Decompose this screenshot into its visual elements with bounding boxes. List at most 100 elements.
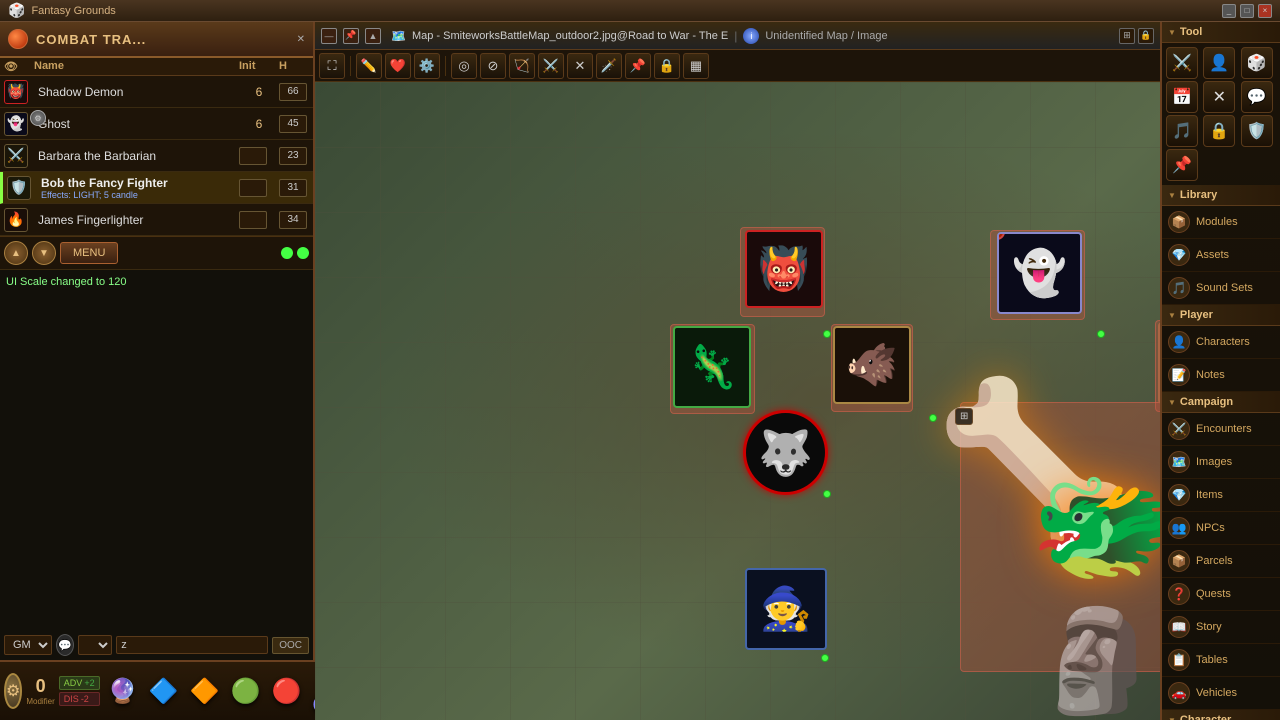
fullscreen-tool[interactable]: ⛶: [319, 53, 345, 79]
modifier-label: Modifier: [26, 697, 54, 706]
dagger-tool[interactable]: 🗡️: [596, 53, 622, 79]
sound-sets-label: Sound Sets: [1196, 282, 1253, 294]
campaign-section-header[interactable]: ▼ Campaign: [1162, 392, 1280, 413]
combat-row-active[interactable]: 🛡️ Bob the Fancy Fighter Effects: LIGHT;…: [0, 172, 313, 204]
combat-menu-button[interactable]: MENU: [60, 242, 118, 264]
parcels-item[interactable]: 📦 Parcels: [1162, 545, 1280, 578]
chat-text-input[interactable]: [116, 636, 268, 654]
story-label: Story: [1196, 621, 1222, 633]
token-active[interactable]: 🐺: [743, 410, 828, 495]
library-triangle: ▼: [1168, 191, 1176, 200]
grid-tool[interactable]: ▦: [683, 53, 709, 79]
lock-tool[interactable]: 🔒: [654, 53, 680, 79]
token-creature-2[interactable]: 🐗: [833, 326, 911, 404]
disadvantage-button[interactable]: DIS -2: [59, 692, 100, 706]
name-bob: Bob the Fancy Fighter Effects: LIGHT; 5 …: [37, 176, 239, 200]
mask-tool[interactable]: ❤️: [385, 53, 411, 79]
map-minimize-button[interactable]: ▲: [365, 28, 381, 44]
init-barbara: [239, 147, 279, 165]
name-ghost: Ghost ⚙: [34, 117, 239, 131]
encounters-icon: ⚔️: [1168, 418, 1190, 440]
sound-sets-item[interactable]: 🎵 Sound Sets: [1162, 272, 1280, 305]
hp-james: 34: [279, 211, 309, 229]
combat-row[interactable]: ⚔️ Barbara the Barbarian 23: [0, 140, 313, 172]
vehicles-item[interactable]: 🚗 Vehicles: [1162, 677, 1280, 710]
map-canvas[interactable]: 🦴 🐲 👹 👻 ⚙ 🦎 🐗 🦅: [315, 82, 1160, 720]
maximize-button[interactable]: □: [1240, 4, 1254, 18]
library-section-header[interactable]: ▼ Library: [1162, 185, 1280, 206]
dice-12[interactable]: 🔷: [145, 667, 183, 715]
pin-tool[interactable]: 📌: [625, 53, 651, 79]
attack-tool[interactable]: ⚔️: [538, 53, 564, 79]
window-controls[interactable]: _ □ ×: [1222, 4, 1272, 18]
token-creature-3[interactable]: 🦅: [1158, 322, 1160, 404]
map-window-controls[interactable]: ⊞ 🔒: [1119, 28, 1154, 44]
token-creature-1[interactable]: 🦎: [673, 326, 751, 408]
config-tool[interactable]: ⚙️: [414, 53, 440, 79]
prev-turn-button[interactable]: ▲: [4, 241, 28, 265]
notes-item[interactable]: 📝 Notes: [1162, 359, 1280, 392]
dice-10[interactable]: 🔶: [186, 667, 224, 715]
tool-grid: ⚔️ 👤 🎲 📅 ✕ 💬 🎵 🔒 🛡️ 📌: [1162, 43, 1280, 185]
settings-button[interactable]: ⚙: [4, 673, 22, 709]
bottom-bar: ⚙ 0 Modifier ADV +2 DIS -2 🔮 🔷 🔶 🟢: [0, 660, 315, 720]
chat-type-select[interactable]: [78, 635, 112, 655]
map-pin-button[interactable]: 📌: [343, 28, 359, 44]
ooc-button[interactable]: OOC: [272, 637, 309, 654]
tool-calendar[interactable]: 📅: [1166, 81, 1198, 113]
encounters-item[interactable]: ⚔️ Encounters: [1162, 413, 1280, 446]
combat-row[interactable]: 👻 Ghost ⚙ 6 45: [0, 108, 313, 140]
tool-pin[interactable]: 📌: [1166, 149, 1198, 181]
token-player-1[interactable]: 🧙: [745, 568, 827, 650]
minimize-button[interactable]: _: [1222, 4, 1236, 18]
tool-x[interactable]: ✕: [1203, 81, 1235, 113]
combat-close[interactable]: ✕: [297, 34, 305, 45]
tool-character[interactable]: 👤: [1203, 47, 1235, 79]
tool-dice[interactable]: 🎲: [1241, 47, 1273, 79]
dice-8[interactable]: 🟢: [227, 667, 265, 715]
tool-section-header[interactable]: ▼ Tool: [1162, 22, 1280, 43]
tool-chat[interactable]: 💬: [1241, 81, 1273, 113]
npcs-item[interactable]: 👥 NPCs: [1162, 512, 1280, 545]
main-layout: COMBAT TRA... ✕ 👁 Name Init H 👹 Shadow D…: [0, 22, 1280, 720]
characters-item[interactable]: 👤 Characters: [1162, 326, 1280, 359]
assets-item[interactable]: 💎 Assets: [1162, 239, 1280, 272]
combat-row[interactable]: 🔥 James Fingerlighter 34: [0, 204, 313, 236]
tool-sword[interactable]: ⚔️: [1166, 47, 1198, 79]
arrow-tool[interactable]: 🏹: [509, 53, 535, 79]
tool-shield[interactable]: 🛡️: [1241, 115, 1273, 147]
tool-music[interactable]: 🎵: [1166, 115, 1198, 147]
draw-tool[interactable]: ✏️: [356, 53, 382, 79]
token-ghost[interactable]: 👻 ⚙: [997, 232, 1082, 314]
tool-lock[interactable]: 🔒: [1203, 115, 1235, 147]
character-triangle: ▼: [1168, 716, 1176, 720]
hp-ghost: 45: [279, 115, 309, 133]
combat-row[interactable]: 👹 Shadow Demon 6 66: [0, 76, 313, 108]
quests-item[interactable]: ❓ Quests: [1162, 578, 1280, 611]
player-section-header[interactable]: ▼ Player: [1162, 305, 1280, 326]
items-item[interactable]: 💎 Items: [1162, 479, 1280, 512]
block-tool[interactable]: ⊘: [480, 53, 506, 79]
remove-tool[interactable]: ✕: [567, 53, 593, 79]
close-button[interactable]: ×: [1258, 4, 1272, 18]
modules-item[interactable]: 📦 Modules: [1162, 206, 1280, 239]
advantage-button[interactable]: ADV +2: [59, 676, 100, 690]
stone-decoration: 🗿: [1035, 603, 1160, 720]
green-dot-3: [823, 490, 831, 498]
character-section-header[interactable]: ▼ Character: [1162, 710, 1280, 720]
next-turn-button[interactable]: ▼: [32, 241, 56, 265]
map-lock-button[interactable]: 🔒: [1138, 28, 1154, 44]
target-tool[interactable]: ◎: [451, 53, 477, 79]
quests-icon: ❓: [1168, 583, 1190, 605]
story-item[interactable]: 📖 Story: [1162, 611, 1280, 644]
map-close-button[interactable]: —: [321, 28, 337, 44]
dice-6[interactable]: 🔴: [268, 667, 306, 715]
images-item[interactable]: 🗺️ Images: [1162, 446, 1280, 479]
token-shadow-demon[interactable]: 👹: [745, 230, 823, 308]
chat-icon-button[interactable]: 💬: [56, 634, 74, 656]
tables-item[interactable]: 📋 Tables: [1162, 644, 1280, 677]
map-grid-button[interactable]: ⊞: [1119, 28, 1135, 44]
library-label: Library: [1180, 189, 1217, 201]
chat-channel-select[interactable]: GM: [4, 635, 52, 655]
dice-20[interactable]: 🔮: [104, 667, 142, 715]
